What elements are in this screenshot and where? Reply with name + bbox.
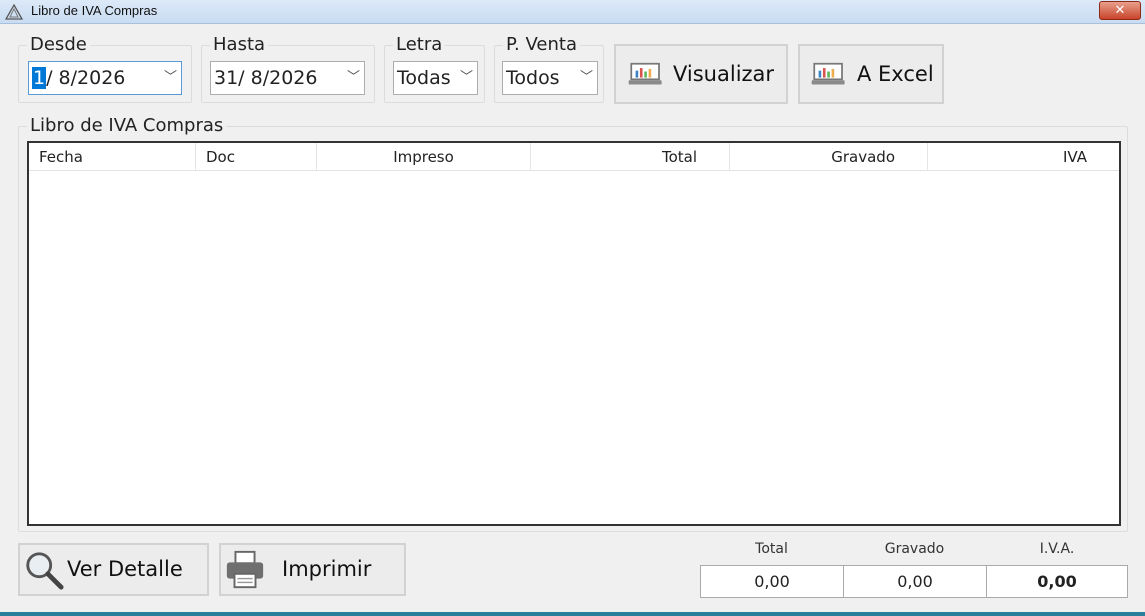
- totals-label-iva: I.V.A.: [1039, 541, 1075, 557]
- excel-button[interactable]: A Excel: [798, 44, 944, 104]
- pventa-select[interactable]: Todos ﹀: [502, 61, 598, 95]
- chevron-down-icon[interactable]: ﹀: [347, 62, 360, 94]
- visualizar-label: Visualizar: [673, 62, 775, 86]
- close-button[interactable]: ✕: [1099, 1, 1141, 20]
- window-bottom-border: [0, 612, 1145, 616]
- warning-triangle-icon: [5, 3, 23, 20]
- compras-listview[interactable]: Fecha Doc Impreso Total Gravado IVA: [27, 141, 1121, 526]
- totals-label-gravado: Gravado: [884, 541, 945, 557]
- hasta-group: Hasta 31/ 8/2026 ﹀: [201, 34, 375, 103]
- ver-detalle-label: Ver Detalle: [67, 557, 183, 581]
- chart-monitor-icon: [628, 62, 662, 85]
- window-title: Libro de IVA Compras: [31, 3, 158, 18]
- letra-group: Letra Todas ﹀: [384, 34, 485, 103]
- letra-value: Todas: [397, 67, 451, 89]
- desde-label: Desde: [27, 34, 90, 56]
- column-header-impreso[interactable]: Impreso: [317, 143, 531, 171]
- iva-value: 0,00: [1037, 572, 1077, 591]
- desde-group: Desde 1/ 8/2026 ﹀: [18, 34, 192, 103]
- pventa-group: P. Venta Todos ﹀: [494, 34, 604, 103]
- chevron-down-icon[interactable]: ﹀: [164, 62, 177, 94]
- desde-date-value: / 8/2026: [46, 67, 126, 89]
- column-header-total[interactable]: Total: [531, 143, 730, 171]
- desde-day-selection[interactable]: 1: [32, 67, 47, 89]
- desde-date-picker[interactable]: 1/ 8/2026 ﹀: [28, 61, 182, 95]
- excel-label: A Excel: [857, 62, 934, 86]
- total-value: 0,00: [701, 566, 844, 597]
- chevron-down-icon[interactable]: ﹀: [580, 62, 593, 94]
- pventa-label: P. Venta: [503, 34, 580, 56]
- libro-group-title: Libro de IVA Compras: [27, 115, 227, 137]
- title-bar: Libro de IVA Compras ✕: [0, 0, 1145, 24]
- hasta-date-value: 31/ 8/2026: [214, 67, 318, 89]
- chart-monitor-icon: [811, 62, 845, 85]
- imprimir-label: Imprimir: [282, 557, 372, 581]
- chevron-down-icon[interactable]: ﹀: [460, 62, 473, 94]
- column-header-iva[interactable]: IVA: [928, 143, 1119, 171]
- column-header-fecha[interactable]: Fecha: [29, 143, 196, 171]
- gravado-value: 0,00: [844, 566, 987, 597]
- ver-detalle-button[interactable]: Ver Detalle: [18, 543, 209, 596]
- visualizar-button[interactable]: Visualizar: [614, 44, 788, 104]
- magnifier-icon: [26, 552, 64, 590]
- imprimir-button[interactable]: Imprimir: [219, 543, 406, 596]
- column-header-gravado[interactable]: Gravado: [730, 143, 928, 171]
- printer-icon: [226, 550, 264, 589]
- totals-box: 0,00 0,00 0,00: [700, 565, 1128, 598]
- hasta-date-picker[interactable]: 31/ 8/2026 ﹀: [210, 61, 365, 95]
- list-header: Fecha Doc Impreso Total Gravado IVA: [29, 143, 1119, 171]
- letra-label: Letra: [393, 34, 446, 56]
- hasta-label: Hasta: [210, 34, 269, 56]
- totals-label-total: Total: [755, 541, 788, 557]
- pventa-value: Todos: [506, 67, 560, 89]
- column-header-doc[interactable]: Doc: [196, 143, 317, 171]
- letra-select[interactable]: Todas ﹀: [393, 61, 478, 95]
